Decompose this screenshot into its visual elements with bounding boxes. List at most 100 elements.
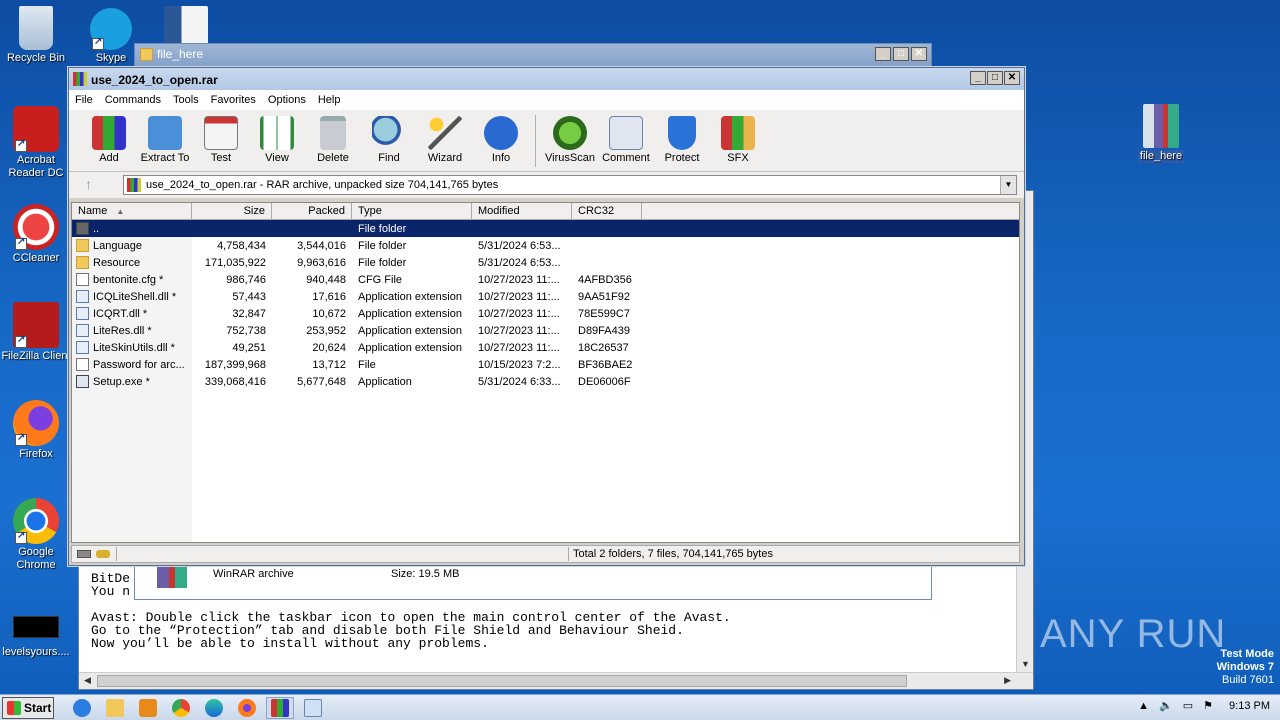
status-divider [568, 547, 569, 561]
close-button[interactable]: ✕ [911, 47, 927, 61]
start-button[interactable]: Start [2, 696, 54, 719]
taskbar-ie[interactable] [68, 697, 96, 719]
file-row[interactable]: ICQLiteShell.dll * 57,443 17,616 Applicatio… [72, 288, 1019, 305]
minimize-button[interactable]: _ [970, 71, 986, 85]
address-bar-row: ↑ use_2024_to_open.rar - RAR archive, un… [69, 172, 1024, 198]
column-modified[interactable]: Modified [472, 203, 572, 219]
file-row[interactable]: .. File folder [72, 220, 1019, 237]
file-row[interactable]: Resource 171,035,922 9,963,616 File folder 5… [72, 254, 1019, 271]
scroll-right-icon[interactable]: ▶ [1004, 675, 1011, 686]
maximize-button[interactable]: □ [987, 71, 1003, 85]
file-type: Application extension [358, 341, 462, 354]
file-modified: 10/27/2023 11:... [478, 324, 560, 337]
comment-button[interactable]: Comment [598, 110, 654, 164]
minimize-button[interactable]: _ [875, 47, 891, 61]
extract-to-button[interactable]: Extract To [137, 110, 193, 164]
find-button[interactable]: Find [361, 110, 417, 164]
file-type: File folder [358, 239, 407, 252]
taskbar-edge[interactable] [200, 697, 228, 719]
maximize-button[interactable]: □ [893, 47, 909, 61]
file-row[interactable]: ICQRT.dll * 32,847 10,672 Application exten… [72, 305, 1019, 322]
file-name: LiteSkinUtils.dll * [93, 341, 175, 354]
column-type[interactable]: Type [352, 203, 472, 219]
chevron-down-icon[interactable]: ▼ [1000, 176, 1016, 194]
action-center-flag-icon[interactable]: ⚑ [1203, 699, 1213, 712]
taskbar-chrome[interactable] [167, 697, 195, 719]
desktop-icon-file-here[interactable]: file_here [1123, 104, 1199, 163]
add-icon [92, 116, 126, 150]
delete-button[interactable]: Delete [305, 110, 361, 164]
winrar-window[interactable]: use_2024_to_open.rar _ □ ✕ File Commands… [68, 67, 1025, 566]
volume-icon[interactable]: 🔈 [1159, 699, 1173, 712]
network-icon[interactable]: ▭ [1183, 699, 1193, 712]
winrar-titlebar[interactable]: use_2024_to_open.rar _ □ ✕ [69, 68, 1024, 90]
notepad-icon [304, 698, 322, 717]
toolbar-separator [535, 115, 536, 167]
desktop-icon-filezilla[interactable]: FileZilla Client [0, 302, 74, 363]
scroll-left-icon[interactable]: ◀ [84, 675, 91, 686]
file-rows: .. File folder Language 4,758,434 3,544,016 F… [72, 220, 1019, 390]
desktop-icon-recycle-bin[interactable]: Recycle Bin [0, 6, 74, 65]
address-field[interactable]: use_2024_to_open.rar - RAR archive, unpa… [123, 175, 1017, 195]
scroll-down-icon[interactable]: ▼ [1021, 659, 1030, 669]
clipboard-check-icon [204, 116, 238, 150]
menu-options[interactable]: Options [268, 94, 306, 106]
show-hidden-icons-icon[interactable]: ▲ [1138, 700, 1149, 712]
file-modified: 10/27/2023 11:... [478, 307, 560, 320]
folder-window-titlebar[interactable]: file_here _ □ ✕ [135, 44, 931, 66]
sfx-button[interactable]: SFX [710, 110, 766, 164]
desktop-icon-acrobat[interactable]: Acrobat Reader DC [0, 106, 74, 180]
key-icon [96, 550, 110, 558]
info-button[interactable]: Info [473, 110, 529, 164]
taskbar-winrar[interactable] [266, 696, 294, 719]
column-packed[interactable]: Packed [272, 203, 352, 219]
taskbar-explorer[interactable] [101, 697, 129, 719]
desktop-icon-levelsyours[interactable]: levelsyours.... [0, 616, 74, 659]
winrar-title: use_2024_to_open.rar [91, 73, 218, 87]
clock[interactable]: 9:13 PM [1229, 700, 1270, 712]
menu-tools[interactable]: Tools [173, 94, 199, 106]
up-arrow-icon[interactable]: ↑ [85, 176, 92, 192]
file-size: 339,068,416 [204, 375, 266, 388]
taskbar-media[interactable] [134, 697, 162, 719]
scroll-thumb[interactable] [97, 675, 907, 687]
menu-commands[interactable]: Commands [105, 94, 161, 106]
winrar-icon [271, 698, 289, 717]
test-button[interactable]: Test [193, 110, 249, 164]
file-modified: 10/27/2023 11:... [478, 290, 560, 303]
desktop-icon-chrome[interactable]: Google Chrome [0, 498, 74, 572]
close-button[interactable]: ✕ [1004, 71, 1020, 85]
file-row[interactable]: Password for arc... 187,399,968 13,712 File… [72, 356, 1019, 373]
column-name[interactable]: Name ▲ [72, 203, 192, 219]
file-row[interactable]: LiteRes.dll * 752,738 253,952 Application e… [72, 322, 1019, 339]
file-row[interactable]: bentonite.cfg * 986,746 940,448 CFG File 10/… [72, 271, 1019, 288]
virusscan-button[interactable]: VirusScan [542, 110, 598, 164]
desktop-icon-word-doc[interactable] [148, 6, 224, 48]
column-size[interactable]: Size [192, 203, 272, 219]
protect-button[interactable]: Protect [654, 110, 710, 164]
file-name: ICQRT.dll * [93, 307, 148, 320]
wizard-button[interactable]: Wizard [417, 110, 473, 164]
menu-file[interactable]: File [75, 94, 93, 106]
column-crc32[interactable]: CRC32 [572, 203, 642, 219]
editor-horizontal-scrollbar[interactable]: ◀ ▶ [79, 672, 1033, 689]
desktop-icon-firefox[interactable]: Firefox [0, 400, 74, 461]
taskbar-notepad[interactable] [299, 697, 327, 719]
add-button[interactable]: Add [81, 110, 137, 164]
black-file-icon [13, 616, 59, 638]
menu-favorites[interactable]: Favorites [211, 94, 256, 106]
file-row[interactable]: Setup.exe * 339,068,416 5,677,648 Applicati… [72, 373, 1019, 390]
menu-help[interactable]: Help [318, 94, 341, 106]
file-packed: 20,624 [312, 341, 346, 354]
file-crc32: DE06006F [578, 375, 631, 388]
firefox-icon [13, 400, 59, 446]
view-button[interactable]: View [249, 110, 305, 164]
file-packed: 5,677,648 [297, 375, 346, 388]
file-row[interactable]: Language 4,758,434 3,544,016 File folder 5/3… [72, 237, 1019, 254]
taskbar-firefox[interactable] [233, 697, 261, 719]
desktop-icon-ccleaner[interactable]: CCleaner [0, 204, 74, 265]
file-list-header: Name ▲ Size Packed Type Modified CRC32 [72, 203, 1019, 220]
file-row[interactable]: LiteSkinUtils.dll * 49,251 20,624 Applicati… [72, 339, 1019, 356]
file-list[interactable]: Name ▲ Size Packed Type Modified CRC32 .… [71, 202, 1020, 543]
file-type: File folder [358, 222, 407, 235]
